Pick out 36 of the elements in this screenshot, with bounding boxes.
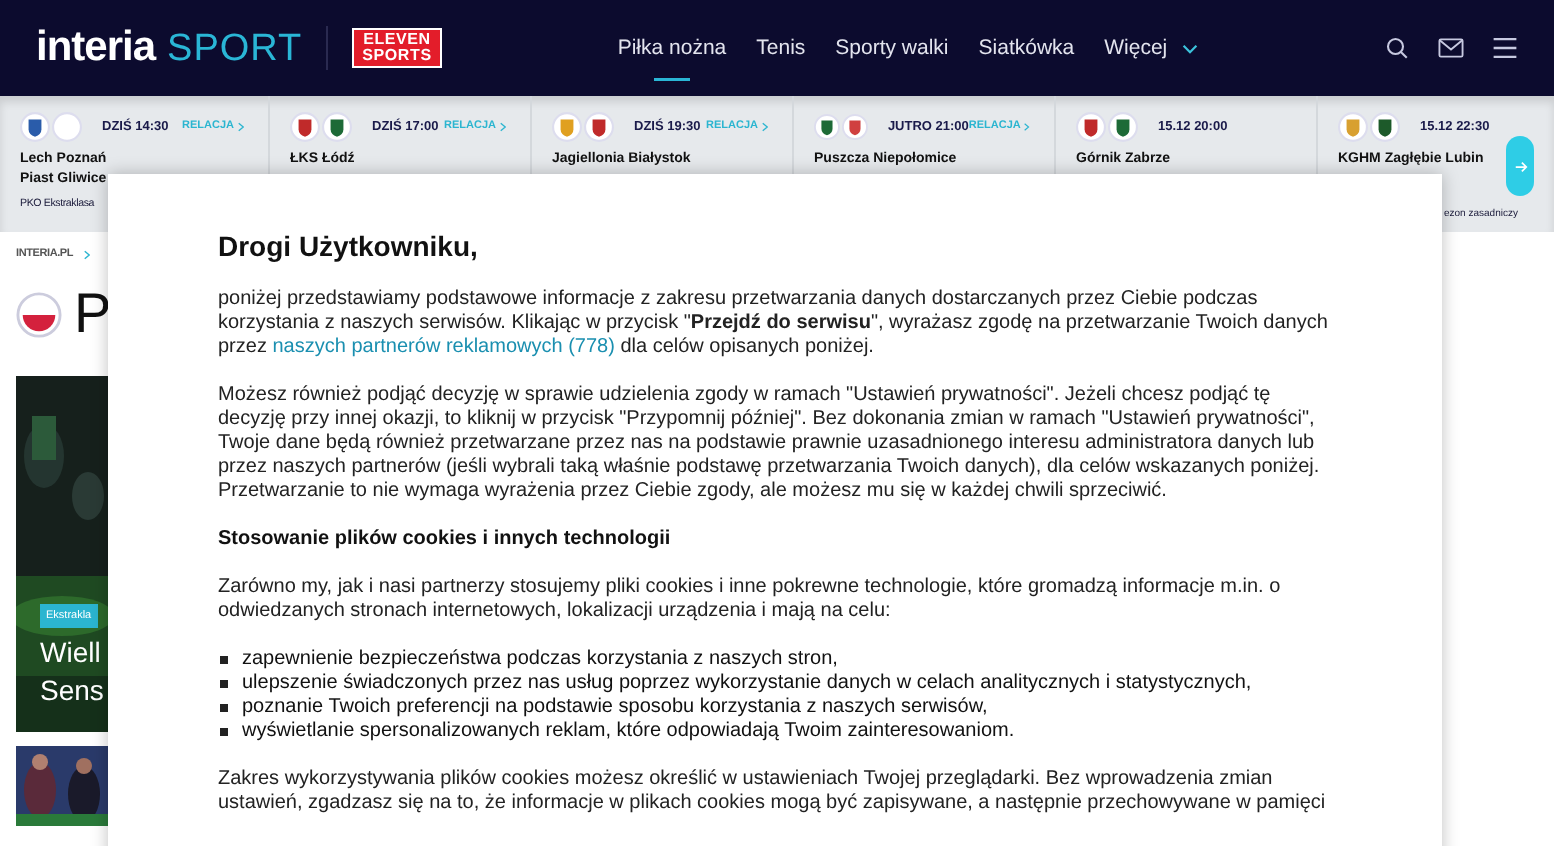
- list-item: poznanie Twoich preferencji na podstawie sposobu korzystania z naszych serwisów,: [242, 696, 988, 720]
- partner-logo[interactable]: ELEVEN SPORTS: [352, 28, 442, 68]
- bullet-icon: [220, 704, 228, 712]
- dialog-title: Drogi Użytkowniku,: [218, 230, 480, 262]
- mail-icon[interactable]: [1438, 36, 1464, 60]
- menu-icon[interactable]: [1492, 36, 1518, 60]
- intro-paragraph: poniżej przedstawiamy podstawowe informacje z zakresu przetwarzania danych dostarczanych przez Ciebie podczas korzystania z naszych serwisów. Klikając w przycisk "Przejdź do serwisu", wyrażasz zgodę na przetwarzanie Twoich danych przez naszych partnerów reklamowych (778) dla celów opisanych poniżej.: [218, 288, 1330, 360]
- article-headline[interactable]: Wiell Sens: [40, 634, 104, 710]
- page-title: P: [74, 284, 112, 344]
- chevron-right-icon[interactable]: [762, 121, 768, 131]
- list-item: zapewnienie bezpieczeństwa podczas korzystania z naszych stron,: [242, 648, 838, 672]
- arrow-right-icon: [1513, 159, 1527, 173]
- list-item: wyświetlanie spersonalizowanych reklam, które odpowiadają Twoim zainteresowaniom.: [242, 720, 1015, 744]
- partners-link[interactable]: naszych partnerów reklamowych (778): [272, 336, 615, 358]
- chevron-right-icon[interactable]: [238, 121, 244, 131]
- chevron-down-icon[interactable]: [1181, 43, 1198, 53]
- section-heading: Stosowanie plików cookies i innych technologii: [218, 528, 673, 552]
- body-paragraph: Zarówno my, jak i nasi partnerzy stosujemy pliki cookies i inne pokrewne technologie, które gromadzą informacje m.in. o odwiedzanych stronach internetowych, lokalizacji urządzenia i mają na celu:: [218, 576, 1283, 624]
- flag-icon: [16, 291, 62, 337]
- section-name: SPORT: [167, 28, 303, 72]
- nav-link[interactable]: Sporty walki: [835, 15, 949, 81]
- bullet-icon: [220, 728, 228, 736]
- nav-link[interactable]: Tenis: [756, 15, 806, 81]
- next-button[interactable]: [1506, 136, 1534, 196]
- nav-link[interactable]: Siatkówka: [978, 15, 1075, 81]
- chevron-right-icon[interactable]: [1024, 121, 1030, 131]
- chevron-right-icon[interactable]: [500, 121, 506, 131]
- nav-link[interactable]: Więcej: [1104, 15, 1168, 81]
- brand-logo[interactable]: interia: [36, 24, 156, 72]
- body-paragraph: Możesz również podjąć decyzję w sprawie udzielenia zgody w ramach "Ustawień prywatności". Jeżeli chcesz podjąć tę decyzję przy innej okazji, to kliknij w przycisk "Przypomnij później". Bez dokonania zmian w ramach "Ustawień prywatności", Twoje dane będą również przetwarzane przez nas na podstawie prawnie uzasadnionego interesu administratora danych lub przez naszych partnerów (jeśli wybrali taką właśnie podstawę przetwarzania Twoich danych), dla celów wskazanych poniżej. Przetwarzanie to nie wymaga wyrażenia przez Ciebie zgody, ale możesz mu się w każdej chwili sprzeciwić.: [218, 384, 1322, 504]
- list-item: ulepszenie świadczonych przez nas usług poprzez wykorzystanie danych w celach analitycznych i statystycznych,: [242, 672, 1252, 696]
- search-icon[interactable]: [1384, 36, 1410, 60]
- body-paragraph: Zakres wykorzystywania plików cookies możesz określić w ustawieniach Twojej przeglądarki. Bez wprowadzenia zmian ustawień, zgadzasz się na to, że informacje w plikach cookies mogą być zapisywane, a następnie przechowywane w pamięci: [218, 768, 1328, 816]
- bullet-icon: [220, 656, 228, 664]
- bullet-icon: [220, 680, 228, 688]
- chevron-right-icon: [83, 249, 90, 259]
